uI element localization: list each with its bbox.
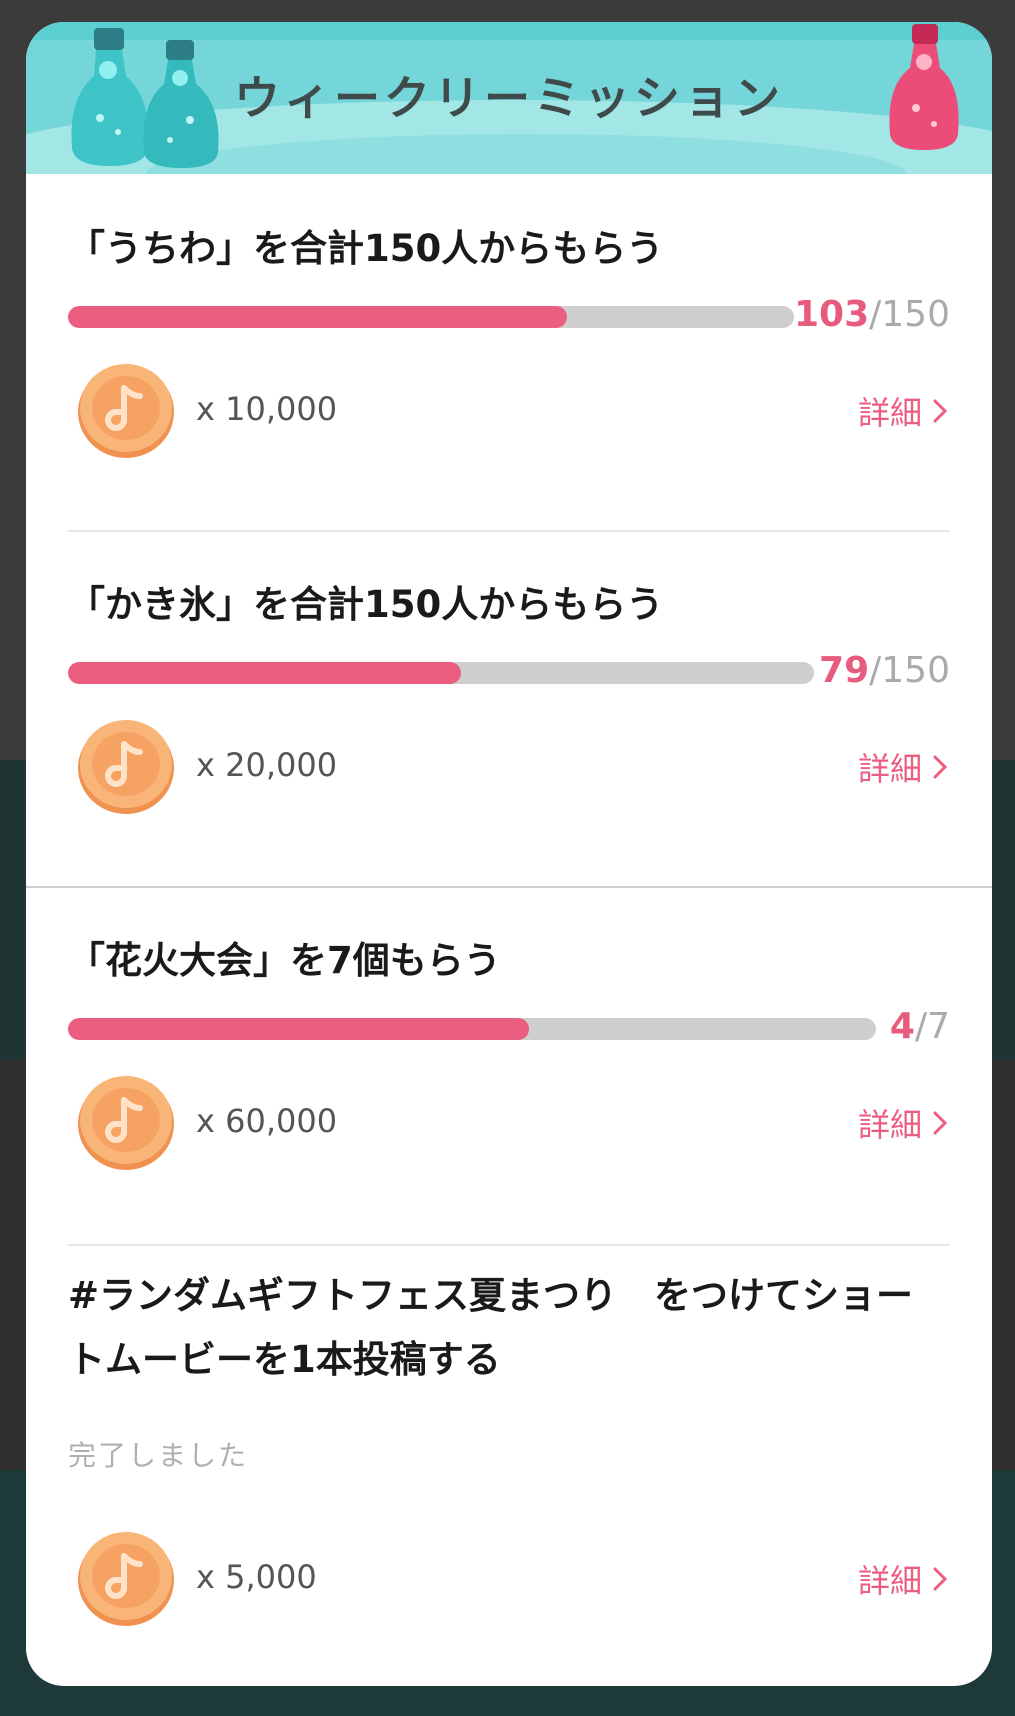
reward-amount: x 20,000 — [196, 746, 338, 784]
mission-item: 「花火大会」を7個もらう 4/7 x 60,000 詳細 — [26, 888, 992, 1266]
progress-bar — [68, 662, 814, 684]
detail-label: 詳細 — [857, 1106, 922, 1144]
chevron-right-icon — [933, 1111, 948, 1135]
coin-icon — [78, 364, 174, 458]
mission-title: 「花火大会」を7個もらう — [68, 939, 501, 982]
progress-fill — [68, 662, 462, 684]
detail-label: 詳細 — [857, 750, 922, 788]
reward-amount: x 10,000 — [196, 390, 338, 428]
mission-item: 「うちわ」を合計150人からもらう 103/150 x 10,000 詳細 — [26, 174, 992, 552]
detail-label: 詳細 — [857, 394, 922, 432]
progress-count: 4/7 — [889, 1006, 950, 1047]
chevron-right-icon — [933, 755, 948, 779]
weekly-mission-modal: ウィークリーミッション 「うちわ」を合計150人からもらう 103/150 x … — [26, 22, 992, 1686]
chevron-right-icon — [933, 399, 948, 423]
modal-title: ウィークリーミッション — [234, 71, 784, 125]
progress-fill — [68, 306, 567, 328]
detail-button[interactable]: 詳細 — [858, 1556, 948, 1602]
progress-bar — [68, 1018, 876, 1040]
coin-icon — [78, 720, 174, 814]
reward-amount: x 60,000 — [196, 1102, 338, 1140]
detail-button[interactable]: 詳細 — [858, 1100, 948, 1146]
mission-title: #ランダムギフトフェス夏まつり をつけてショートムービーを1本投稿する — [68, 1274, 914, 1381]
mission-item: #ランダムギフトフェス夏まつり をつけてショートムービーを1本投稿する 完了しま… — [26, 1246, 992, 1686]
detail-button[interactable]: 詳細 — [858, 388, 948, 434]
mission-title: 「かき氷」を合計150人からもらう — [68, 583, 664, 626]
progress-bar — [68, 306, 794, 328]
mission-item: 「かき氷」を合計150人からもらう 79/150 x 20,000 詳細 — [26, 532, 992, 910]
detail-label: 詳細 — [857, 1562, 922, 1600]
coin-icon — [78, 1076, 174, 1170]
progress-fill — [68, 1018, 530, 1040]
detail-button[interactable]: 詳細 — [858, 744, 948, 790]
completion-status: 完了しました — [68, 1439, 249, 1472]
coin-icon — [78, 1532, 174, 1626]
progress-count: 79/150 — [819, 650, 950, 691]
mission-title: 「うちわ」を合計150人からもらう — [68, 227, 664, 270]
reward-amount: x 5,000 — [196, 1558, 317, 1596]
modal-header: ウィークリーミッション — [26, 22, 992, 174]
chevron-right-icon — [933, 1567, 948, 1591]
progress-count: 103/150 — [793, 294, 950, 335]
